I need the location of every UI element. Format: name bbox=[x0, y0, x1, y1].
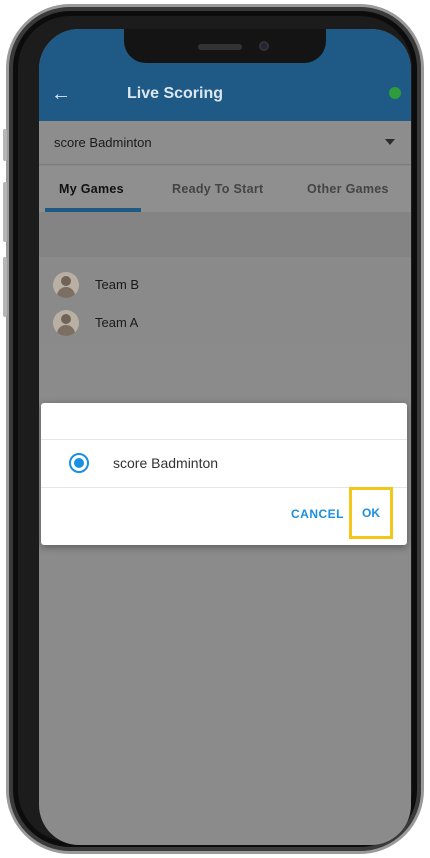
radio-button[interactable] bbox=[69, 453, 89, 473]
phone-frame: ← Live Scoring score Badminton My Games … bbox=[3, 4, 424, 854]
arrow-left-icon[interactable]: ← bbox=[51, 83, 73, 105]
team-avatar bbox=[53, 272, 79, 298]
ok-button[interactable]: OK bbox=[349, 487, 393, 539]
option-label[interactable]: score Badminton bbox=[113, 455, 218, 471]
chevron-down-icon bbox=[385, 139, 395, 145]
tab-bar: My Games Ready To Start Other Games bbox=[39, 166, 411, 212]
cancel-button[interactable]: CANCEL bbox=[291, 507, 344, 521]
volume-down-button bbox=[3, 257, 7, 317]
dialog-divider bbox=[41, 439, 407, 440]
camera-lens bbox=[259, 41, 269, 51]
sport-select[interactable]: score Badminton bbox=[39, 121, 411, 165]
tab-ready-to-start[interactable]: Ready To Start bbox=[172, 182, 264, 196]
section-band bbox=[39, 212, 411, 257]
team-name: Team A bbox=[95, 315, 139, 330]
speaker-grille bbox=[198, 44, 242, 50]
status-indicator bbox=[389, 87, 401, 99]
page-title: Live Scoring bbox=[127, 85, 224, 102]
mute-switch bbox=[3, 129, 7, 161]
tab-other-games[interactable]: Other Games bbox=[307, 182, 389, 196]
select-sport-dialog: score Badminton CANCEL OK bbox=[41, 403, 407, 545]
volume-up-button bbox=[3, 182, 7, 242]
team-row: Team A bbox=[39, 308, 411, 338]
radio-selected-dot bbox=[74, 458, 84, 468]
team-name: Team B bbox=[95, 277, 140, 292]
sport-select-value: score Badminton bbox=[54, 135, 152, 150]
game-card[interactable]: Team B Team A bbox=[39, 257, 411, 345]
app-screen: ← Live Scoring score Badminton My Games … bbox=[39, 29, 411, 845]
tab-my-games[interactable]: My Games bbox=[59, 182, 124, 196]
phone-notch bbox=[124, 29, 326, 63]
team-row: Team B bbox=[39, 270, 411, 300]
team-avatar bbox=[53, 310, 79, 336]
